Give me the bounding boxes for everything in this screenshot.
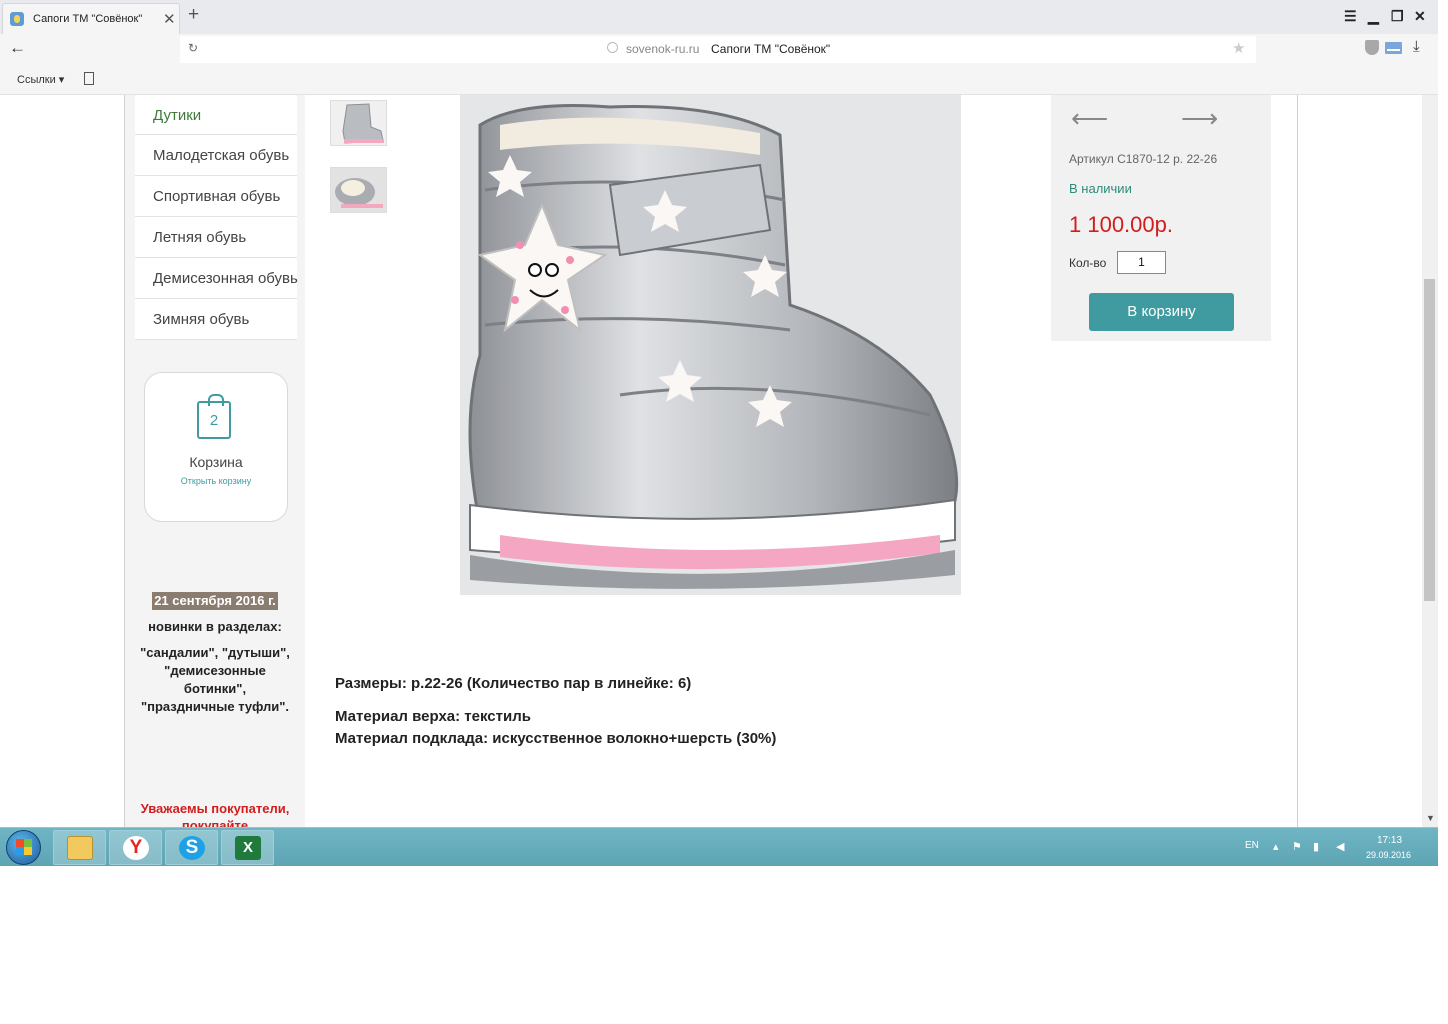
document-icon[interactable]: [84, 72, 94, 85]
news-heading: новинки в разделах:: [148, 619, 282, 634]
open-cart-link[interactable]: Открыть корзину: [145, 476, 287, 486]
menu-item-winter-shoes[interactable]: Зимняя обувь: [135, 299, 297, 340]
restore-icon[interactable]: ❐: [1391, 8, 1404, 25]
description-upper-material: Материал верха: текстиль: [335, 708, 531, 725]
add-to-cart-button[interactable]: В корзину: [1089, 293, 1234, 331]
yandex-icon: Y: [123, 836, 149, 860]
folder-icon: [67, 836, 93, 860]
page-scrollbar[interactable]: ▼: [1422, 95, 1438, 827]
clock-time[interactable]: 17:13: [1377, 835, 1402, 846]
product-price: 1 100.00р.: [1069, 212, 1173, 237]
cart-widget[interactable]: 2 Корзина Открыть корзину: [144, 372, 288, 522]
language-indicator[interactable]: EN: [1245, 840, 1259, 851]
news-date: 21 сентября 2016 г.: [152, 592, 278, 610]
news-line: "демисезонные: [164, 663, 266, 678]
scrollbar-thumb[interactable]: [1424, 279, 1435, 601]
prev-product-arrow-icon[interactable]: ⟵: [1071, 103, 1108, 134]
flag-icon[interactable]: ⚑: [1292, 840, 1302, 853]
tab-bar: Сапоги ТМ "Совёнок" ✕ + ☰ ▁ ❐ ✕: [0, 0, 1438, 34]
menu-item-dutiki[interactable]: Дутики: [135, 95, 297, 135]
category-menu: Дутики Малодетская обувь Спортивная обув…: [135, 95, 298, 340]
cart-title: Корзина: [189, 454, 243, 470]
windows-logo-icon: [16, 839, 32, 855]
boot-inside-thumbnail-image: [331, 168, 386, 212]
taskbar-skype[interactable]: S: [165, 830, 218, 865]
taskbar-explorer[interactable]: [53, 830, 106, 865]
cart-count: 2: [209, 412, 219, 429]
product-info-panel: ⟵ ⟶ Артикул C1870-12 р. 22-26 В наличии …: [1051, 95, 1271, 341]
browser-tab[interactable]: Сапоги ТМ "Совёнок" ✕: [2, 3, 180, 34]
taskbar-yandex-browser[interactable]: Y: [109, 830, 162, 865]
back-button[interactable]: ←: [9, 38, 26, 58]
tab-title: Сапоги ТМ "Совёнок": [33, 13, 143, 25]
url-host: sovenok-ru.ru: [626, 42, 700, 56]
bookmark-star-icon[interactable]: ★: [1232, 39, 1245, 57]
boot-thumbnail-image: [331, 101, 386, 145]
sidebar: Дутики Малодетская обувь Спортивная обув…: [125, 95, 305, 827]
mail-icon[interactable]: [1385, 42, 1402, 54]
shopping-bag-icon: 2: [197, 394, 231, 439]
page-divider: [1297, 95, 1298, 827]
show-hidden-icons-icon[interactable]: ▴: [1273, 840, 1279, 853]
shield-icon[interactable]: [1365, 40, 1379, 55]
skype-icon: S: [179, 836, 205, 860]
menu-item-toddler-shoes[interactable]: Малодетская обувь: [135, 135, 297, 176]
description-sizes: Размеры: р.22-26 (Количество пар в линей…: [335, 675, 692, 692]
url-field[interactable]: ↻ sovenok-ru.ru Сапоги ТМ "Совёнок" ★: [180, 36, 1256, 63]
product-main-image[interactable]: [460, 95, 961, 595]
quantity-label: Кол-во: [1069, 256, 1107, 270]
web-page: Дутики Малодетская обувь Спортивная обув…: [0, 95, 1438, 827]
bookmarks-bar: Ссылки ▾: [0, 64, 1438, 95]
screen: Сапоги ТМ "Совёнок" ✕ + ☰ ▁ ❐ ✕ ← ↻ sove…: [0, 0, 1448, 1024]
menu-item-summer-shoes[interactable]: Летняя обувь: [135, 217, 297, 258]
news-body: "сандалии", "дутыши", "демисезонные боти…: [125, 644, 305, 716]
battery-icon[interactable]: ▮: [1313, 840, 1319, 853]
stock-status: В наличии: [1069, 181, 1132, 196]
notice-cut-line: покупайте: [181, 818, 249, 827]
new-tab-button[interactable]: +: [188, 4, 199, 26]
bookmarks-links-menu[interactable]: Ссылки ▾: [17, 73, 64, 86]
taskbar-excel[interactable]: X: [221, 830, 274, 865]
windows-taskbar: Y S X EN ▴ ⚑ ▮ ◀ 17:13 29.09.2016: [0, 827, 1438, 866]
thumbnail-boot-side[interactable]: [330, 100, 387, 146]
news-line: "праздничные туфли".: [140, 699, 290, 714]
url-page-title: Сапоги ТМ "Совёнок": [711, 42, 831, 56]
close-window-icon[interactable]: ✕: [1414, 8, 1426, 25]
menu-item-demiseason-shoes[interactable]: Демисезонная обувь: [135, 258, 298, 299]
news-block: 21 сентября 2016 г. новинки в разделах: …: [125, 592, 305, 716]
scroll-down-arrow-icon[interactable]: ▼: [1426, 813, 1435, 823]
news-line: ботинки",: [183, 681, 247, 696]
start-button[interactable]: [6, 830, 41, 865]
thumbnail-boot-inside[interactable]: [330, 167, 387, 213]
silver-boot-image: [460, 95, 961, 595]
product-description: Размеры: р.22-26 (Количество пар в линей…: [335, 675, 776, 763]
clock-date[interactable]: 29.09.2016: [1366, 850, 1411, 860]
owl-favicon-icon: [10, 12, 24, 26]
menu-icon[interactable]: ☰: [1344, 8, 1357, 25]
globe-icon: [607, 42, 618, 53]
address-bar: ← ↻ sovenok-ru.ru Сапоги ТМ "Совёнок" ★: [0, 34, 1438, 64]
excel-icon: X: [235, 836, 261, 860]
quantity-input[interactable]: 1: [1117, 251, 1166, 274]
close-tab-icon[interactable]: ✕: [163, 10, 176, 28]
download-icon[interactable]: ⤓: [1413, 38, 1420, 55]
reload-icon[interactable]: ↻: [188, 41, 198, 55]
menu-item-sport-shoes[interactable]: Спортивная обувь: [135, 176, 297, 217]
description-lining-material: Материал подклада: искусственное волокно…: [335, 730, 777, 747]
product-sku: Артикул C1870-12 р. 22-26: [1069, 152, 1218, 166]
notice-heading: Уважаемы покупатели,: [140, 801, 290, 816]
minimize-icon[interactable]: ▁: [1368, 8, 1379, 25]
news-line: "сандалии", "дутыши",: [140, 645, 290, 660]
volume-icon[interactable]: ◀: [1336, 840, 1344, 853]
next-product-arrow-icon[interactable]: ⟶: [1181, 103, 1218, 134]
